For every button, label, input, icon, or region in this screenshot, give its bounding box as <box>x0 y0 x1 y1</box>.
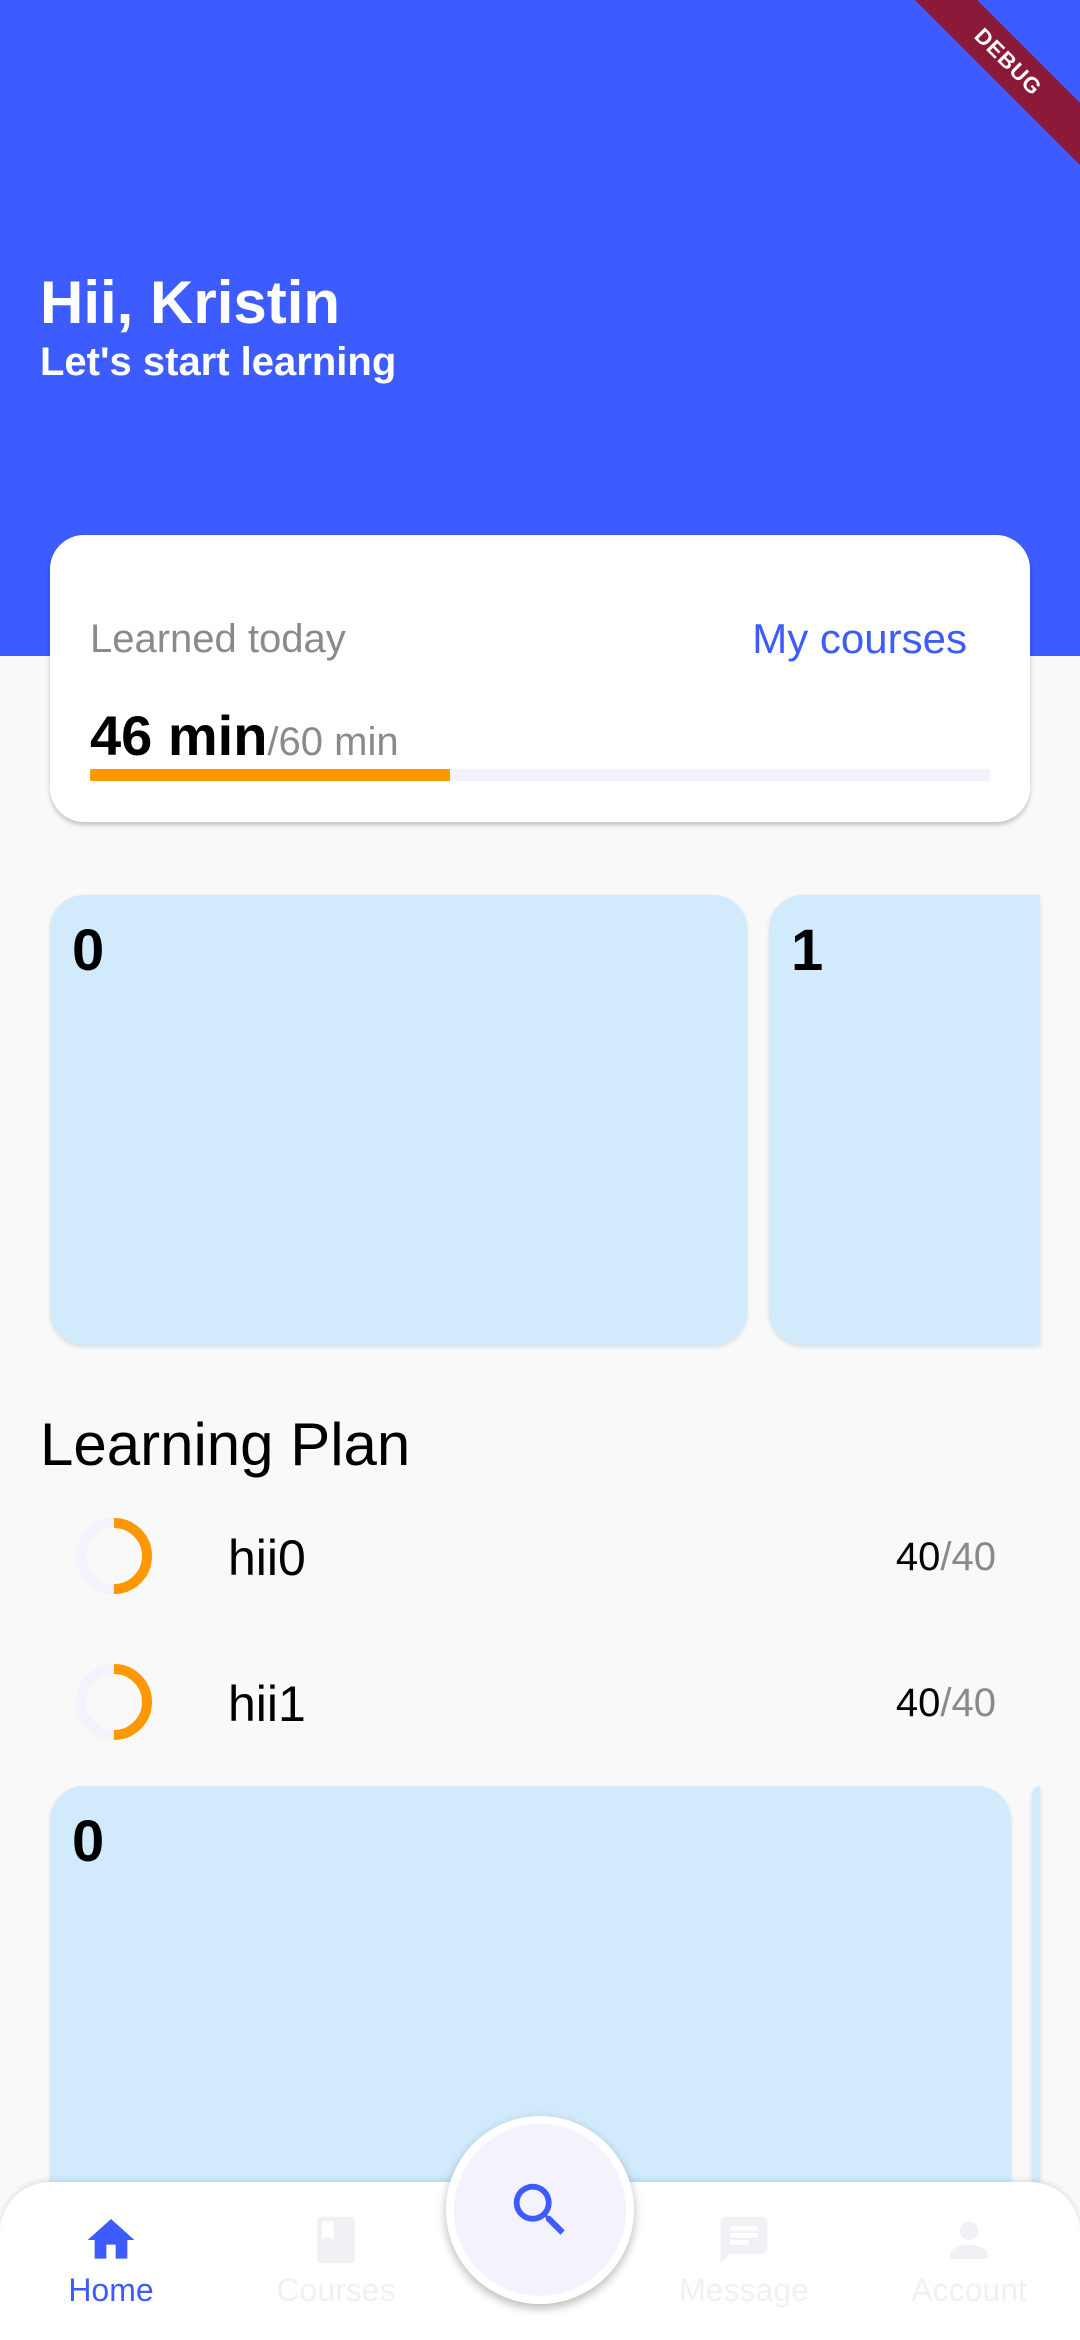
carousel-card-number: 0 <box>72 918 105 983</box>
nav-label-account: Account <box>911 2272 1027 2308</box>
search-fab[interactable] <box>446 2116 634 2304</box>
progress-ring-icon <box>76 1664 152 1740</box>
greeting-title: Hii, Kristin <box>40 269 341 336</box>
nav-label-courses: Courses <box>276 2272 396 2308</box>
learning-plan-item[interactable]: hii0 40/40 <box>0 1501 1080 1611</box>
greeting-subtitle: Let's start learning <box>40 340 397 384</box>
person-icon <box>950 2221 988 2259</box>
learning-plan-title: Learning Plan <box>40 1411 411 1478</box>
carousel-card-number: 1 <box>791 918 824 983</box>
search-fab-inner[interactable] <box>454 2124 626 2296</box>
nav-item-message[interactable]: Message <box>664 2212 824 2309</box>
my-courses-link[interactable]: My courses <box>752 615 967 663</box>
nav-item-account[interactable]: Account <box>889 2212 1049 2309</box>
learning-plan-item[interactable]: hii1 40/40 <box>0 1647 1080 1757</box>
learned-minutes-value: 46 min <box>90 704 268 767</box>
home-icon <box>87 2219 135 2259</box>
nav-item-home[interactable]: Home <box>31 2212 191 2309</box>
carousel-card[interactable]: 1 <box>769 895 1040 1345</box>
carousel-card[interactable]: 0 <box>50 895 747 1345</box>
learned-minutes-total: /60 min <box>267 720 399 764</box>
learned-today-card: Learned today My courses 46 min/60 min <box>50 535 1030 822</box>
learning-plan-item-count: 40/40 <box>896 1535 996 1580</box>
book-icon <box>317 2216 355 2264</box>
learned-progress-bar <box>90 769 990 781</box>
nav-item-courses[interactable]: Courses <box>256 2212 416 2309</box>
nav-label-message: Message <box>679 2272 809 2308</box>
progress-ring-icon <box>76 1518 152 1594</box>
learned-today-label: Learned today <box>90 617 346 661</box>
message-icon <box>720 2216 768 2264</box>
carousel-card-number: 0 <box>72 1809 105 1874</box>
count-separator: / <box>940 1681 952 1725</box>
learned-progress-fill <box>90 769 450 781</box>
learned-minutes: 46 min/60 min <box>90 703 399 768</box>
learning-plan-item-total: 40 <box>951 1535 997 1579</box>
search-icon <box>513 2183 565 2235</box>
learning-plan-item-title: hii1 <box>228 1676 306 1732</box>
carousel-card-peek[interactable] <box>1032 1786 1040 2206</box>
count-separator: / <box>940 1535 952 1579</box>
learning-plan-item-done: 40 <box>895 1535 941 1579</box>
learning-plan-item-total: 40 <box>951 1681 997 1725</box>
learning-plan-item-title: hii0 <box>228 1530 306 1586</box>
learning-plan-item-count: 40/40 <box>896 1681 996 1726</box>
learning-plan-item-done: 40 <box>895 1681 941 1725</box>
nav-label-home: Home <box>68 2272 154 2308</box>
